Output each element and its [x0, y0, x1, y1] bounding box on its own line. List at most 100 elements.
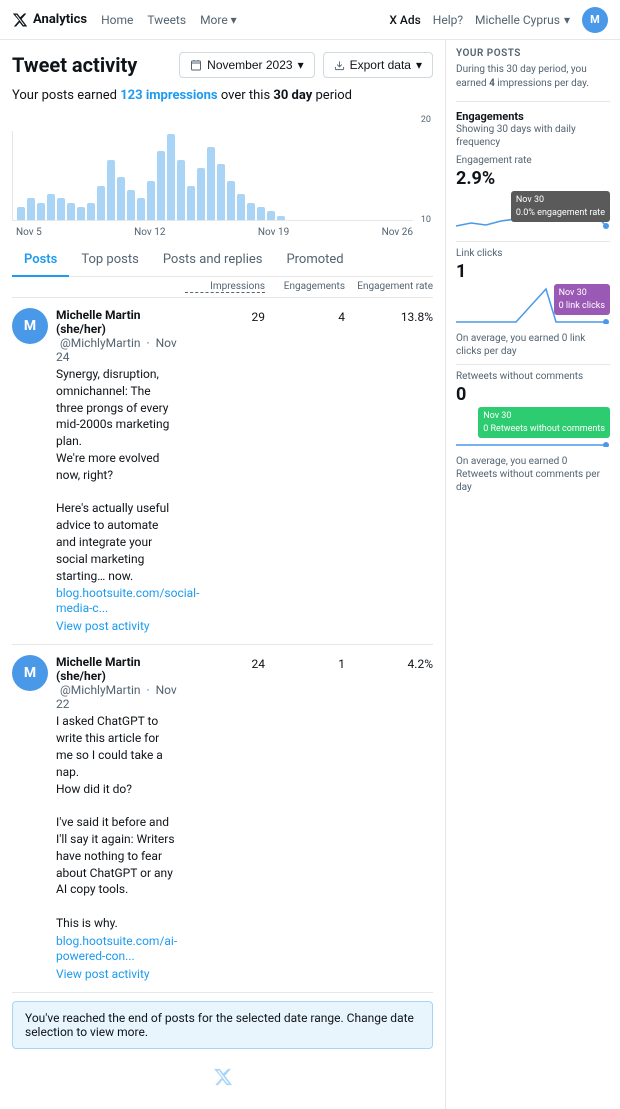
chart-bar-16 [177, 160, 185, 220]
th-impressions[interactable]: Impressions [185, 281, 265, 293]
nav-logo[interactable]: Analytics [12, 12, 87, 28]
tab-promoted[interactable]: Promoted [274, 244, 355, 277]
export-chevron-icon: ▾ [416, 58, 422, 72]
nav-avatar[interactable]: M [582, 7, 608, 33]
link-clicks-label: Link clicks [456, 248, 610, 259]
post-item-2: M Michelle Martin (she/her) @MichlyMarti… [12, 645, 433, 992]
post-2-text: I asked ChatGPT to write this article fo… [56, 713, 177, 931]
engagements-subtitle: Showing 30 days with daily frequency [456, 123, 610, 149]
impressions-count: 123 impressions [120, 88, 217, 103]
post-1-impressions: 29 [185, 310, 265, 634]
post-2-engagements: 1 [265, 657, 345, 981]
th-engagements: Engagements [265, 281, 345, 293]
summary-prefix: Your posts earned [12, 88, 120, 103]
top-nav: Analytics Home Tweets More ▾ X Ads Help?… [0, 0, 620, 40]
chevron-down-icon: ▾ [564, 13, 570, 27]
calendar-icon [190, 59, 202, 71]
x-label-3: Nov 19 [258, 227, 289, 238]
chart-bar-3 [47, 194, 55, 220]
chart-bar-20 [217, 164, 225, 220]
post-1-stats: 29 4 13.8% [185, 308, 433, 634]
nav-analytics-label: Analytics [33, 12, 87, 27]
post-2-link[interactable]: blog.hootsuite.com/ai-powered-con... [56, 934, 177, 963]
date-picker-label: November 2023 [207, 58, 292, 72]
chart-bar-5 [67, 203, 75, 220]
end-notice-text: You've reached the end of posts for the … [25, 1011, 414, 1039]
chart-bar-14 [157, 151, 165, 220]
engagements-title: Engagements [456, 110, 610, 123]
tabs-container: Posts Top posts Posts and replies Promot… [12, 244, 433, 277]
post-2-meta: Michelle Martin (she/her) @MichlyMartin … [56, 655, 177, 711]
chart-bar-15 [167, 134, 175, 220]
engagement-rate-label: Engagement rate [456, 155, 610, 166]
export-label: Export data [350, 58, 411, 72]
twitter-footer [12, 1057, 433, 1097]
summary-text: Your posts earned 123 impressions over t… [12, 88, 433, 103]
post-1-text: Synergy, disruption, omnichannel: The th… [56, 366, 177, 584]
engagement-chart: Nov 30 0.0% engagement rate [456, 191, 610, 235]
period-suffix: period [312, 88, 352, 103]
link-clicks-chart: Nov 30 0 link clicks [456, 284, 610, 328]
nav-home[interactable]: Home [101, 13, 133, 27]
post-2-content: Michelle Martin (she/her) @MichlyMartin … [56, 655, 177, 981]
nav-help[interactable]: Help? [433, 13, 463, 27]
th-engagement-rate: Engagement rate [345, 281, 433, 293]
post-1-handle: @MichlyMartin [60, 336, 141, 350]
chart-bar-21 [227, 181, 235, 220]
chart-bar-23 [247, 203, 255, 220]
right-panel: YOUR POSTS During this 30 day period, yo… [445, 40, 620, 1109]
post-1-name: Michelle Martin (she/her) [56, 308, 141, 336]
retweets-tooltip: Nov 30 0 Retweets without comments [478, 407, 610, 438]
chart-bar-6 [77, 207, 85, 220]
tab-posts[interactable]: Posts [12, 244, 69, 277]
export-button[interactable]: Export data ▾ [323, 52, 433, 78]
chart-bar-25 [267, 211, 275, 220]
tab-posts-replies[interactable]: Posts and replies [151, 244, 275, 277]
chart-bar-9 [107, 160, 115, 220]
impressions-chart: 20 10 [12, 111, 433, 221]
date-picker-button[interactable]: November 2023 ▾ [179, 52, 314, 78]
engagement-rate-value: 2.9% [456, 168, 610, 189]
chart-bar-17 [187, 186, 195, 220]
chart-bar-26 [277, 216, 285, 220]
post-2-handle: @MichlyMartin [60, 683, 141, 697]
chart-bar-8 [97, 186, 105, 220]
chart-bar-13 [147, 181, 155, 220]
post-1-engagements: 4 [265, 310, 345, 634]
link-clicks-value: 1 [456, 261, 610, 282]
retweets-value: 0 [456, 384, 610, 405]
tab-top-posts[interactable]: Top posts [69, 244, 150, 277]
retweets-label: Retweets without comments [456, 371, 610, 382]
download-icon [334, 60, 345, 71]
nav-user[interactable]: Michelle Cyprus ▾ [475, 13, 570, 27]
chart-bar-11 [127, 190, 135, 220]
post-2-impressions: 24 [185, 657, 265, 981]
nav-tweets[interactable]: Tweets [147, 13, 186, 27]
post-1-engagement-rate: 13.8% [345, 310, 433, 634]
table-header: Impressions Engagements Engagement rate [12, 277, 433, 298]
nav-right: X Ads Help? Michelle Cyprus ▾ M [389, 7, 608, 33]
summary-suffix: over this [218, 88, 274, 103]
nav-x-ads[interactable]: X Ads [389, 13, 420, 27]
chart-bar-10 [117, 177, 125, 220]
chart-bar-18 [197, 168, 205, 220]
chart-bar-12 [137, 198, 145, 220]
twitter-footer-icon [213, 1067, 233, 1087]
post-2-view-activity[interactable]: View post activity [56, 967, 150, 981]
link-clicks-tooltip: Nov 30 0 link clicks [554, 284, 610, 315]
avatar-1: M [12, 308, 48, 344]
post-2-engagement-rate: 4.2% [345, 657, 433, 981]
your-posts-label: YOUR POSTS [456, 48, 610, 59]
chart-bar-2 [37, 203, 45, 220]
post-1-view-activity[interactable]: View post activity [56, 619, 150, 633]
link-clicks-desc: On average, you earned 0 link clicks per… [456, 332, 610, 358]
y-label-top: 20 [421, 115, 431, 125]
chart-bar-7 [87, 203, 95, 220]
post-2-name: Michelle Martin (she/her) [56, 655, 141, 683]
post-1-dot: · [146, 336, 149, 350]
chart-x-labels: Nov 5 Nov 12 Nov 19 Nov 26 [12, 225, 433, 244]
header-actions: November 2023 ▾ Export data ▾ [179, 52, 433, 78]
post-2-stats: 24 1 4.2% [185, 655, 433, 981]
post-1-link[interactable]: blog.hootsuite.com/social-media-c... [56, 586, 199, 615]
nav-more[interactable]: More ▾ [200, 13, 237, 27]
